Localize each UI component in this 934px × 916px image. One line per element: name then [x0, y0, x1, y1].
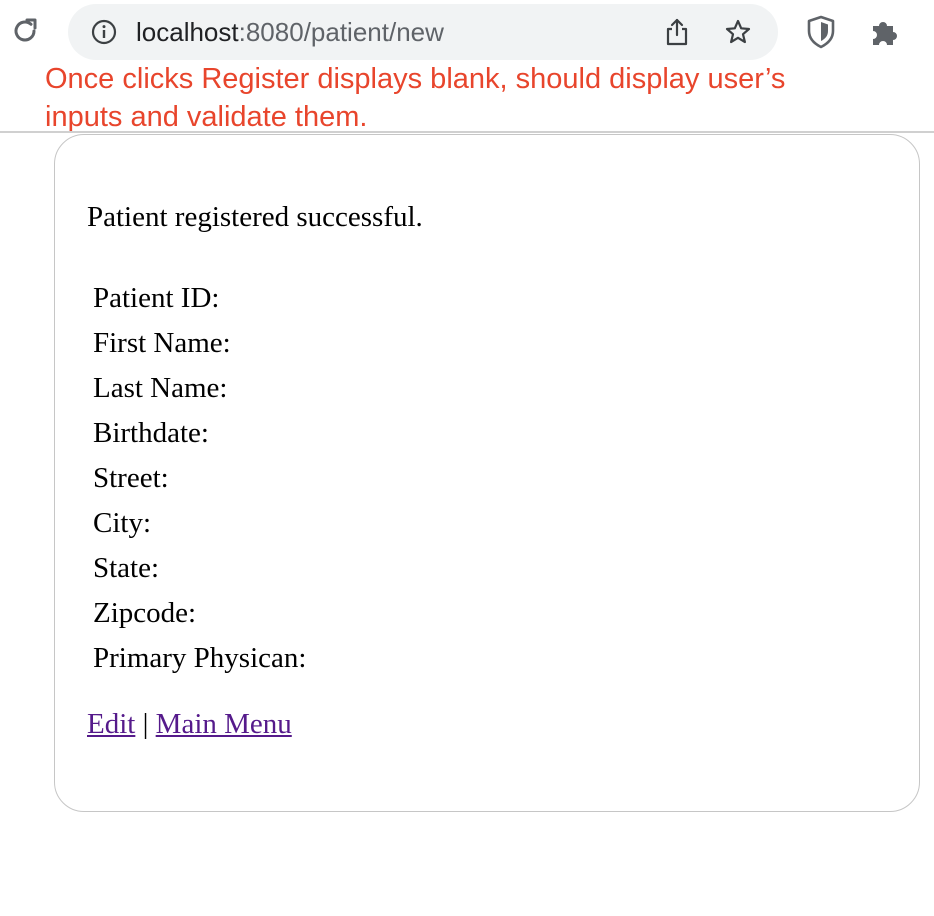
page-divider: [0, 131, 934, 133]
city-label: City:: [93, 507, 152, 539]
url-text[interactable]: localhost:8080/patient/new: [136, 17, 444, 48]
puzzle-icon[interactable]: [866, 14, 902, 50]
birthdate-label: Birthdate:: [93, 417, 209, 449]
edit-link[interactable]: Edit: [87, 708, 135, 740]
browser-toolbar: localhost:8080/patient/new: [0, 0, 934, 64]
street-label: Street:: [93, 462, 169, 494]
patient-fields-list: Patient ID: First Name: Last Name: Birth…: [93, 276, 306, 681]
patient-id-label: Patient ID:: [93, 282, 220, 314]
primary-physician-label: Primary Physican:: [93, 642, 307, 674]
share-icon[interactable]: [662, 16, 692, 48]
address-bar[interactable]: localhost:8080/patient/new: [68, 4, 778, 60]
main-menu-link[interactable]: Main Menu: [156, 708, 292, 740]
url-host: localhost: [136, 17, 239, 47]
info-icon[interactable]: [90, 18, 118, 46]
zipcode-label: Zipcode:: [93, 597, 197, 629]
url-path: :8080/patient/new: [238, 17, 444, 47]
success-message: Patient registered successful.: [87, 201, 423, 233]
reload-icon[interactable]: [8, 14, 42, 48]
state-label: State:: [93, 552, 160, 584]
star-icon[interactable]: [722, 16, 754, 48]
annotation-note: Once clicks Register displays blank, sho…: [45, 63, 786, 133]
last-name-label: Last Name:: [93, 372, 228, 404]
first-name-label: First Name:: [93, 327, 231, 359]
registration-result-card: Patient registered successful. Patient I…: [54, 134, 920, 812]
card-links: Edit | Main Menu: [87, 708, 292, 741]
link-separator: |: [142, 708, 149, 740]
shield-icon[interactable]: [804, 14, 838, 50]
